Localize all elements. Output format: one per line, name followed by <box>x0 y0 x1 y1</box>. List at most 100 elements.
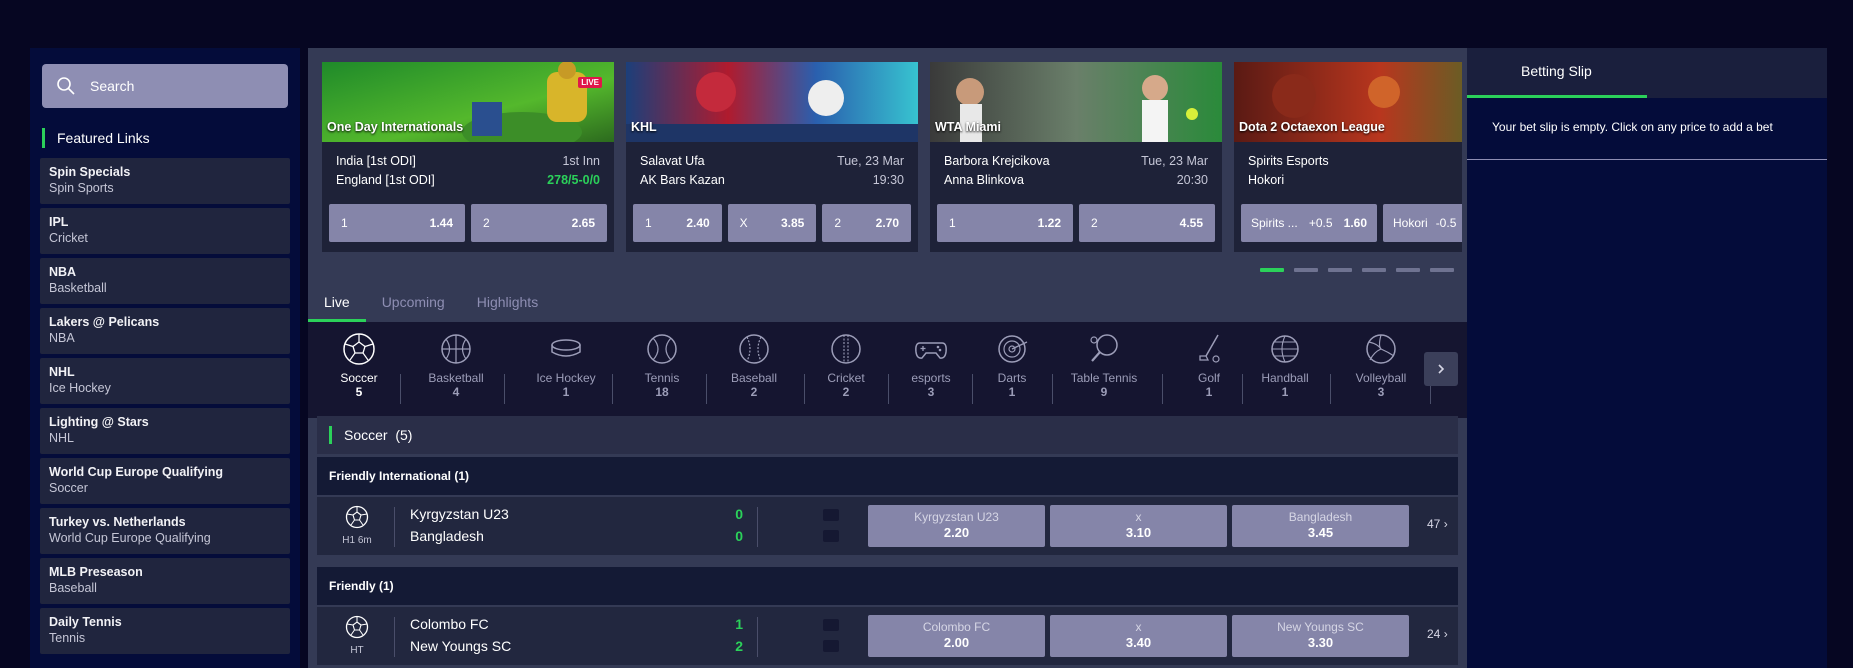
divider <box>1052 374 1053 404</box>
featured-link[interactable]: NHL Ice Hockey <box>40 358 290 404</box>
handball-icon <box>1271 335 1299 363</box>
featured-link[interactable]: IPL Cricket <box>40 208 290 254</box>
sport-filter-basketball[interactable]: Basketball 4 <box>418 332 494 399</box>
stat-box <box>823 619 839 631</box>
featured-link-sub: Spin Sports <box>49 181 114 195</box>
more-markets-count: 24 <box>1427 627 1441 641</box>
odds-button[interactable]: 2 2.65 <box>471 204 607 242</box>
odds-value: 1.44 <box>429 216 453 230</box>
odds-button-home[interactable]: Colombo FC 2.00 <box>868 615 1045 657</box>
odds-button-away[interactable]: New Youngs SC 3.30 <box>1232 615 1409 657</box>
sport-count: 18 <box>655 385 669 399</box>
divider <box>1242 374 1243 404</box>
featured-link[interactable]: Lakers @ Pelicans NBA <box>40 308 290 354</box>
carousel-dot[interactable] <box>1362 268 1386 272</box>
featured-link[interactable]: NBA Basketball <box>40 258 290 304</box>
sport-filter-table-tennis[interactable]: Table Tennis 9 <box>1060 332 1148 399</box>
odds-button-away[interactable]: Bangladesh 3.45 <box>1232 505 1409 547</box>
sport-filter-esports[interactable]: esports 3 <box>898 332 964 399</box>
featured-event-card[interactable]: KHL Salavat Ufa Tue, 23 Mar AK Bars Kazan… <box>626 62 918 252</box>
featured-event-card[interactable]: One Day Internationals LIVE India [1st O… <box>322 62 614 252</box>
sport-filter-golf[interactable]: Golf 1 <box>1184 332 1234 399</box>
sport-filter-tennis[interactable]: Tennis 18 <box>632 332 692 399</box>
featured-link-sub: Tennis <box>49 631 86 645</box>
featured-link[interactable]: Turkey vs. Netherlands World Cup Europe Q… <box>40 508 290 554</box>
more-markets-link[interactable]: 47 › <box>1427 517 1448 531</box>
more-markets-link[interactable]: 24 › <box>1427 627 1448 641</box>
odds-button[interactable]: 2 2.70 <box>822 204 912 242</box>
sport-filter-darts[interactable]: Darts 1 <box>982 332 1042 399</box>
team-name: Hokori <box>1248 173 1285 187</box>
carousel-dot[interactable] <box>1294 268 1318 272</box>
divider <box>804 374 805 404</box>
sport-filter-volleyball[interactable]: Volleyball 3 <box>1342 332 1420 399</box>
odds-button-home[interactable]: Kyrgyzstan U23 2.20 <box>868 505 1045 547</box>
empty-slip-message: Your bet slip is empty. Click on any pri… <box>1467 98 1827 160</box>
tab-live[interactable]: Live <box>308 284 366 322</box>
odds-label: New Youngs SC <box>1277 620 1364 634</box>
featured-link-sub: Cricket <box>49 231 88 245</box>
odds-button[interactable]: Hokori -0.5 <box>1383 204 1462 242</box>
featured-link-title: Turkey vs. Netherlands <box>49 515 186 529</box>
featured-link[interactable]: MLB Preseason Baseball <box>40 558 290 604</box>
competition-header[interactable]: Friendly International (1) <box>317 457 1458 495</box>
basketball-icon <box>441 334 471 364</box>
search-button[interactable]: Search <box>42 64 288 108</box>
search-icon <box>57 77 75 95</box>
featured-link[interactable]: Lighting @ Stars NHL <box>40 408 290 454</box>
sport-filter-handball[interactable]: Handball 1 <box>1252 332 1318 399</box>
event-banner: WTA Miami <box>930 62 1222 142</box>
odds-button[interactable]: Spirits ... +0.5 1.60 <box>1241 204 1377 242</box>
divider <box>394 617 395 657</box>
featured-link[interactable]: Daily Tennis Tennis <box>40 608 290 654</box>
cricket-ball-icon <box>831 334 861 364</box>
featured-link[interactable]: World Cup Europe Qualifying Soccer <box>40 458 290 504</box>
featured-link-title: MLB Preseason <box>49 565 143 579</box>
featured-link-title: Lighting @ Stars <box>49 415 149 429</box>
team-name: England [1st ODI] <box>336 173 435 187</box>
betting-slip-tab[interactable]: Betting Slip <box>1467 48 1827 98</box>
odds-button[interactable]: 1 2.40 <box>633 204 722 242</box>
carousel-dot[interactable] <box>1396 268 1420 272</box>
odds-button[interactable]: 2 4.55 <box>1079 204 1215 242</box>
tab-highlights[interactable]: Highlights <box>461 284 554 322</box>
match-row[interactable]: H1 6m Kyrgyzstan U23 Bangladesh 0 0 Kyrg… <box>317 497 1458 555</box>
sport-name: Handball <box>1261 371 1309 385</box>
carousel-dot[interactable] <box>1328 268 1352 272</box>
match-row[interactable]: HT Colombo FC New Youngs SC 1 2 Colombo … <box>317 607 1458 665</box>
sport-filter-cricket[interactable]: Cricket 2 <box>814 332 878 399</box>
featured-event-card[interactable]: WTA Miami Barbora Krejcikova Tue, 23 Mar … <box>930 62 1222 252</box>
carousel-dot[interactable] <box>1430 268 1454 272</box>
sport-filter-baseball[interactable]: Baseball 2 <box>722 332 786 399</box>
odds-button-draw[interactable]: x 3.40 <box>1050 615 1227 657</box>
event-time: 19:30 <box>872 173 904 187</box>
divider <box>612 374 613 404</box>
event-status: 1st Inn <box>562 154 600 168</box>
sport-filter-ice-hockey[interactable]: Ice Hockey 1 <box>524 332 608 399</box>
main-content: One Day Internationals LIVE India [1st O… <box>308 48 1467 668</box>
featured-link[interactable]: Spin Specials Spin Sports <box>40 158 290 204</box>
sport-count: 1 <box>1205 385 1213 399</box>
player-name: Barbora Krejcikova <box>944 154 1050 168</box>
odds-button[interactable]: 1 1.22 <box>937 204 1073 242</box>
carousel-pagination <box>1260 268 1454 272</box>
odds-label: Spirits ... <box>1251 216 1298 230</box>
featured-link-title: Daily Tennis <box>49 615 122 629</box>
odds-button-draw[interactable]: x 3.10 <box>1050 505 1227 547</box>
odds-value: 2.65 <box>571 216 595 230</box>
odds-handicap: -0.5 <box>1435 216 1457 230</box>
sport-filter-soccer[interactable]: Soccer 5 <box>334 332 384 399</box>
team-name: India [1st ODI] <box>336 154 416 168</box>
carousel-dot[interactable] <box>1260 268 1284 272</box>
odds-label: 2 <box>1091 216 1098 230</box>
event-competition-title: KHL <box>631 120 657 134</box>
sports-scroll-right-button[interactable] <box>1424 352 1458 386</box>
featured-event-card[interactable]: Dota 2 Octaexon League Spirits EsportsW … <box>1234 62 1462 252</box>
odds-button[interactable]: 1 1.44 <box>329 204 465 242</box>
competition-header[interactable]: Friendly (1) <box>317 567 1458 605</box>
tab-upcoming[interactable]: Upcoming <box>366 284 461 322</box>
chevron-right-icon <box>1438 364 1445 374</box>
sport-name: Tennis <box>644 371 680 385</box>
odds-button[interactable]: X 3.85 <box>727 204 817 242</box>
sport-count: 5 <box>355 385 363 399</box>
